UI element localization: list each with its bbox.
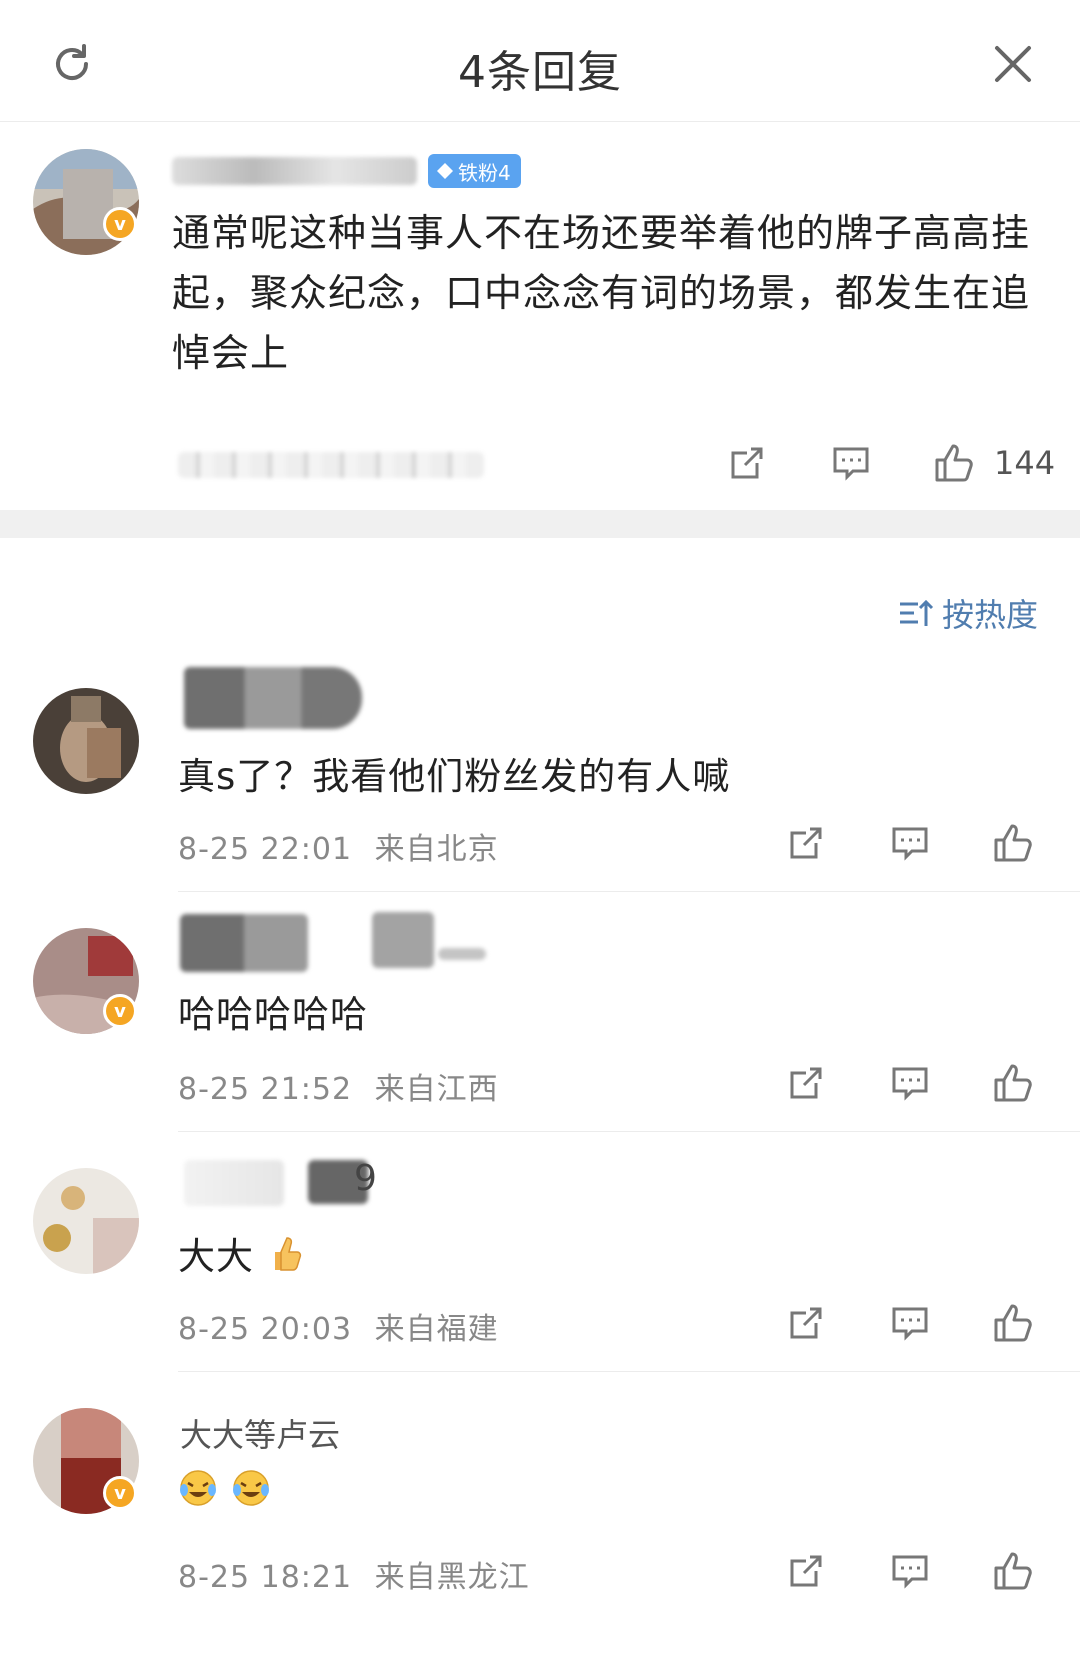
like-icon[interactable] [990, 1548, 1036, 1594]
section-separator [0, 510, 1080, 538]
reply-text: 大大 [178, 1226, 303, 1283]
reply-location: 来自福建 [374, 1312, 499, 1347]
page-title: 4条回复 [458, 47, 622, 98]
like-icon[interactable] [931, 440, 977, 486]
like-count: 144 [994, 444, 1056, 482]
root-comment-text: 通常呢这种当事人不在场还要举着他的牌子高高挂起，聚众纪念，口中念念有词的场景，都… [172, 211, 1031, 375]
share-icon[interactable] [783, 820, 829, 866]
reply-time: 8-25 18:21 [178, 1560, 353, 1595]
root-meta-redacted [178, 452, 484, 478]
comment-icon[interactable] [887, 820, 933, 866]
share-icon[interactable] [783, 1548, 829, 1594]
comment-icon[interactable] [887, 1300, 933, 1346]
thumbs-up-icon [267, 1234, 303, 1283]
avatar[interactable] [33, 688, 139, 794]
reply-text: 真s了？我看他们粉丝发的有人喊 [178, 755, 731, 798]
comment-icon[interactable] [828, 440, 874, 486]
comment-icon[interactable] [887, 1060, 933, 1106]
comment-icon[interactable] [887, 1548, 933, 1594]
share-icon[interactable] [724, 440, 770, 486]
reply-location: 来自北京 [374, 832, 499, 867]
reply-item: v 大大等卢云 8-25 18:21 来自黑龙江 [0, 1372, 1080, 1653]
verified-badge-icon: v [103, 207, 137, 241]
fan-badge-label: 铁粉4 [458, 160, 511, 185]
reply-text-content: 大大 [178, 1235, 254, 1278]
reply-time: 8-25 22:01 [178, 832, 353, 867]
reply-meta: 8-25 18:21 来自黑龙江 [178, 1552, 530, 1596]
reply-meta: 8-25 20:03 来自福建 [178, 1304, 499, 1348]
laughing-crying-icon [178, 1468, 218, 1517]
like-icon[interactable] [990, 1300, 1036, 1346]
username-redacted [372, 912, 434, 968]
avatar[interactable] [33, 1168, 139, 1274]
reply-text: 哈哈哈哈哈 [178, 993, 368, 1036]
reply-meta: 8-25 21:52 来自江西 [178, 1064, 499, 1108]
username-redacted [184, 667, 362, 729]
like-icon[interactable] [990, 820, 1036, 866]
reply-item: v 哈哈哈哈哈 8-25 21:52 来自江西 [0, 892, 1080, 1132]
sort-icon [900, 599, 934, 626]
laughing-crying-icon [231, 1468, 271, 1517]
reply-meta: 8-25 22:01 来自北京 [178, 824, 499, 868]
share-icon[interactable] [783, 1300, 829, 1346]
modal-header: 4条回复 [0, 0, 1080, 122]
reply-item: 9 大大 8-25 20:03 来自福建 [0, 1132, 1080, 1372]
sort-label: 按热度 [942, 596, 1039, 634]
share-icon[interactable] [783, 1060, 829, 1106]
reply-item: 真s了？我看他们粉丝发的有人喊 8-25 22:01 来自北京 [0, 660, 1080, 892]
username-redacted [184, 1160, 284, 1206]
username-redacted [438, 948, 486, 960]
reply-time: 8-25 20:03 [178, 1312, 353, 1347]
fan-badge: 铁粉4 [428, 154, 521, 188]
reply-username: 大大等卢云 [180, 1416, 341, 1454]
sort-toggle[interactable]: 按热度 [898, 590, 1038, 636]
username-redacted [172, 157, 417, 185]
verified-badge-icon: v [103, 1476, 137, 1510]
reply-time: 8-25 21:52 [178, 1072, 353, 1107]
reply-location: 来自江西 [374, 1072, 499, 1107]
username-redacted [180, 914, 308, 972]
root-comment: v 铁粉4 通常呢这种当事人不在场还要举着他的牌子高高挂起，聚众纪念，口中念念有… [0, 122, 1080, 510]
reply-location: 来自黑龙江 [374, 1560, 530, 1595]
username-suffix: 9 [354, 1158, 377, 1199]
verified-badge-icon: v [103, 994, 137, 1028]
diamond-icon [437, 163, 453, 179]
like-icon[interactable] [990, 1060, 1036, 1106]
close-icon[interactable] [985, 36, 1041, 92]
reply-text [178, 1468, 271, 1517]
